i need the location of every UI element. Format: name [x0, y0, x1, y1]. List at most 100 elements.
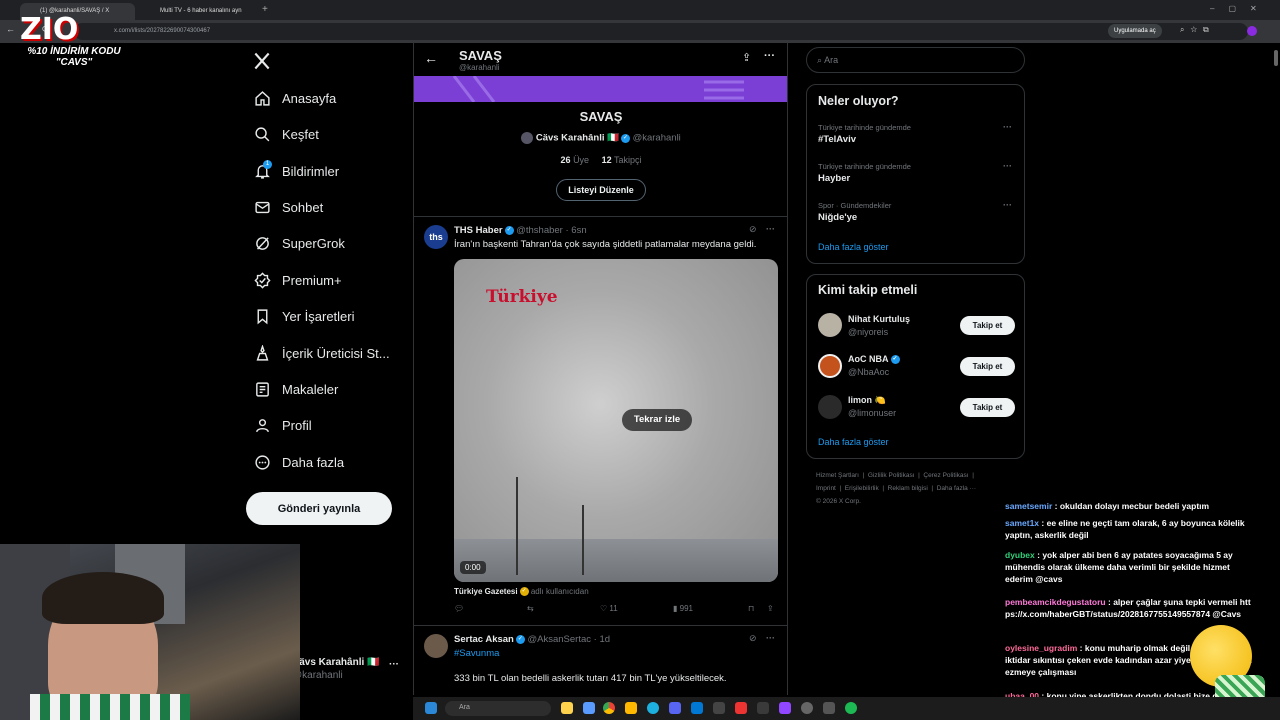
open-app-button[interactable]: Uygulamada aç — [1108, 24, 1162, 38]
app-icon[interactable] — [801, 702, 813, 714]
video-source[interactable]: Türkiye Gazetesi ✓ adlı kullanıcıdan — [454, 587, 589, 597]
trends-show-more-link[interactable]: Daha fazla göster — [818, 242, 889, 252]
obs-icon[interactable] — [713, 702, 725, 714]
replay-button[interactable]: Tekrar izle — [622, 409, 692, 431]
app-icon[interactable] — [757, 702, 769, 714]
folder-icon[interactable] — [625, 702, 637, 714]
reply-icon[interactable]: 💬︎ — [454, 604, 464, 613]
suggested-user-name[interactable]: AoC NBA ✓ — [848, 354, 900, 365]
nav-supergrok[interactable]: SuperGrok — [254, 231, 345, 255]
tab-title: Multi TV - 6 haber kanalını ayn — [160, 8, 242, 14]
footer-link[interactable]: Çerez Politikası — [923, 472, 968, 479]
window-controls-icon[interactable]: –▢✕ — [1210, 4, 1271, 13]
grok-actions-icon[interactable]: ⊘ — [749, 224, 757, 235]
like-icon[interactable]: ♡ 11 — [600, 604, 618, 613]
suggested-user-name[interactable]: limon 🍋 — [848, 395, 886, 406]
trend-more-icon[interactable]: ··· — [1003, 200, 1012, 210]
follow-button[interactable]: Takip et — [960, 357, 1015, 376]
store-icon[interactable] — [691, 702, 703, 714]
follow-button[interactable]: Takip et — [960, 398, 1015, 417]
hashtag-link[interactable]: #Savunma — [454, 648, 499, 659]
nav-creator-studio[interactable]: İçerik Üreticisi St... — [254, 341, 390, 365]
tweet-time[interactable]: 1d — [599, 634, 610, 645]
account-name[interactable]: Cävs Karahânli 🇮🇹 — [292, 657, 380, 668]
scrollbar-thumb[interactable] — [1274, 50, 1278, 66]
footer-link[interactable]: Gizlilik Politikası — [868, 472, 915, 479]
footer-link[interactable]: Erişilebilirlik — [845, 485, 879, 492]
chrome-icon[interactable] — [603, 702, 615, 714]
file-explorer-icon[interactable] — [561, 702, 573, 714]
account-menu-icon[interactable]: ··· — [389, 659, 399, 670]
footer-link[interactable]: Reklam bilgisi — [888, 485, 928, 492]
trend-item[interactable]: Türkiye tarihinde gündemde Hayber — [818, 162, 1015, 184]
antenna — [582, 505, 584, 575]
footer-link[interactable]: Daha fazla ··· — [937, 485, 976, 492]
who-show-more-link[interactable]: Daha fazla göster — [818, 437, 889, 447]
url-field[interactable]: x.com/i/lists/2027822690074300467 — [74, 23, 1248, 40]
avatar[interactable] — [424, 634, 448, 658]
retweet-icon[interactable]: ⇆ — [527, 604, 534, 613]
nav-label: Premium+ — [282, 272, 342, 288]
tweet-handle[interactable]: @thshaber — [516, 225, 563, 236]
trend-item[interactable]: Türkiye tarihinde gündemde #TelAviv — [818, 123, 1015, 145]
more-options-icon[interactable]: ··· — [764, 50, 775, 62]
views-icon[interactable]: ▮ 991 — [673, 604, 693, 613]
trend-name: Hayber — [818, 173, 851, 184]
share-icon[interactable]: ⇪ — [767, 604, 774, 613]
grok-icon — [256, 236, 269, 250]
footer-link[interactable]: Hizmet Şartları — [816, 472, 859, 479]
nav-messages[interactable]: Sohbet — [254, 195, 323, 219]
trend-more-icon[interactable]: ··· — [1003, 161, 1012, 171]
app-icon[interactable] — [735, 702, 747, 714]
grok-actions-icon[interactable]: ⊘ — [749, 633, 757, 644]
tweet-author-name[interactable]: Sertac Aksan — [454, 634, 514, 645]
avatar[interactable]: ths — [424, 225, 448, 249]
app-icon[interactable] — [823, 702, 835, 714]
discord-icon[interactable] — [669, 702, 681, 714]
profile-avatar[interactable] — [1247, 26, 1257, 36]
nav-explore[interactable]: Keşfet — [254, 122, 319, 146]
tweet-handle[interactable]: @AksanSertac — [528, 634, 592, 645]
avatar[interactable] — [818, 313, 842, 337]
suggested-user-name[interactable]: Nihat Kurtuluş — [848, 314, 910, 324]
nav-bookmarks[interactable]: Yer İşaretleri — [254, 304, 355, 328]
edit-list-button[interactable]: Listeyi Düzenle — [556, 179, 646, 201]
bookmark-icon[interactable]: ⊓ — [748, 604, 754, 613]
browser-actions-icon[interactable]: ⌕☆⧉ — [1180, 25, 1215, 35]
nav-profile[interactable]: Profil — [254, 413, 312, 437]
follow-button[interactable]: Takip et — [960, 316, 1015, 335]
search-input[interactable]: ⌕ Ara — [806, 47, 1025, 73]
nav-premium[interactable]: Premium+ — [254, 268, 342, 292]
taskbar-search[interactable]: Ara — [445, 701, 551, 716]
browser-tab[interactable]: Multi TV - 6 haber kanalını ayn — [140, 3, 255, 20]
x-logo-icon[interactable] — [252, 51, 272, 76]
back-arrow-icon[interactable]: ← — [424, 50, 438, 66]
new-tab-icon[interactable]: + — [262, 4, 268, 15]
spotify-icon[interactable] — [845, 702, 857, 714]
post-button[interactable]: Gönderi yayınla — [246, 492, 392, 525]
trend-more-icon[interactable]: ··· — [1003, 122, 1012, 132]
avatar[interactable] — [818, 354, 842, 378]
list-owner[interactable]: Cävs Karahânli 🇮🇹 ✓ @karahanli — [414, 132, 787, 144]
trend-context: Türkiye tarihinde gündemde — [818, 162, 911, 171]
followers-label[interactable]: Takipçi — [614, 155, 642, 165]
nav-articles[interactable]: Makaleler — [254, 377, 338, 401]
app-icon[interactable] — [583, 702, 595, 714]
tweet-time[interactable]: 6sn — [571, 225, 586, 236]
avatar[interactable] — [818, 395, 842, 419]
twitch-icon[interactable] — [779, 702, 791, 714]
edge-icon[interactable] — [647, 702, 659, 714]
tweet-more-icon[interactable]: ··· — [766, 224, 775, 234]
owner-name: Cävs Karahânli 🇮🇹 — [535, 132, 619, 144]
like-count: 11 — [609, 604, 618, 613]
nav-more[interactable]: Daha fazla — [254, 450, 344, 474]
windows-start-icon[interactable] — [425, 702, 437, 714]
tweet-author-name[interactable]: THS Haber — [454, 225, 503, 236]
trend-item[interactable]: Spor · Gündemdekiler Niğde'ye — [818, 201, 1015, 223]
members-label[interactable]: Üye — [573, 155, 589, 165]
nav-home[interactable]: Anasayfa — [254, 86, 336, 110]
share-icon[interactable]: ⇪ — [742, 51, 751, 64]
tweet-more-icon[interactable]: ··· — [766, 633, 775, 643]
footer-link[interactable]: Imprint — [816, 485, 836, 492]
tweet-video[interactable]: Türkiye Tekrar izle 0:00 — [454, 259, 778, 582]
